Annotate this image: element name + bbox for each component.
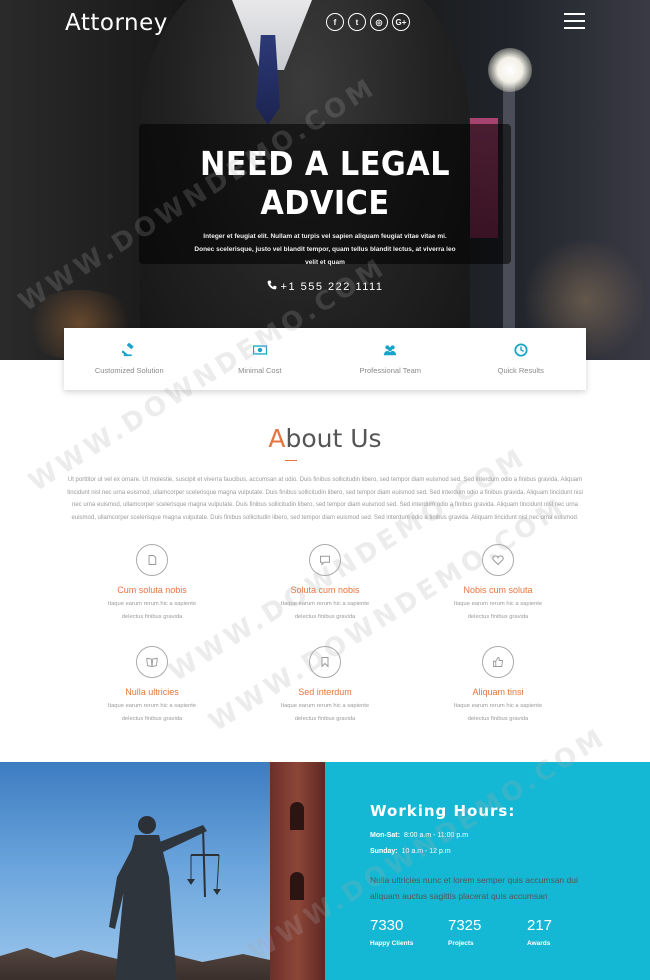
service-item[interactable]: Nulla ultricies Itaque earum rerum hic a… (65, 646, 239, 725)
hero-section: Attorney f t ◎ G+ NEED A LEGAL ADVICE In… (0, 0, 650, 360)
document-icon (136, 544, 168, 576)
service-description: Itaque earum rerum hic a sapiente delect… (453, 601, 543, 620)
service-title: Soluta cum nobis (290, 585, 360, 595)
social-links: f t ◎ G+ (326, 13, 410, 31)
service-description: Itaque earum rerum hic a sapiente delect… (280, 703, 370, 722)
hero-description: Integer et feugiat elit. Nullam at turpi… (194, 233, 456, 266)
about-title: About Us (268, 424, 382, 453)
hours-text: Nulla ultricies nunc et lorem semper qui… (370, 875, 578, 901)
hero-background-lamp (488, 48, 532, 92)
hours-row: Sunday: 10 a.m - 12 p.m (370, 848, 451, 855)
hero-banner-box: NEED A LEGAL ADVICE Integer et feugiat e… (139, 124, 511, 293)
service-item[interactable]: Soluta cum nobis Itaque earum rerum hic … (238, 544, 412, 623)
facebook-icon[interactable]: f (326, 13, 344, 31)
service-item[interactable]: Cum soluta nobis Itaque earum rerum hic … (65, 544, 239, 623)
service-title: Nobis cum soluta (463, 585, 533, 595)
site-logo[interactable]: Attorney (65, 10, 168, 36)
feature-label: Professional Team (359, 366, 422, 375)
features-bar: Customized Solution Minimal Cost Profess… (64, 328, 586, 390)
team-icon (383, 343, 397, 357)
service-title: Sed interdum (298, 687, 352, 697)
service-description: Itaque earum rerum hic a sapiente delect… (107, 601, 197, 620)
feature-quick-results[interactable]: Quick Results (456, 328, 587, 390)
stat-projects: 7325 Projects (448, 917, 482, 947)
service-title: Cum soluta nobis (117, 585, 187, 595)
hours-row: Mon-Sat: 8:00 a.m - 11:00 p.m (370, 832, 469, 839)
instagram-icon[interactable]: ◎ (370, 13, 388, 31)
service-description: Itaque earum rerum hic a sapiente delect… (280, 601, 370, 620)
working-hours-section: Working Hours: Mon-Sat: 8:00 a.m - 11:00 … (325, 762, 650, 980)
lady-justice-icon (109, 816, 221, 980)
justice-statue-image (0, 762, 325, 980)
service-item[interactable]: Nobis cum soluta Itaque earum rerum hic … (411, 544, 585, 623)
service-title: Nulla ultricies (125, 687, 179, 697)
service-item[interactable]: Sed interdum Itaque earum rerum hic a sa… (238, 646, 412, 725)
hours-title: Working Hours: (370, 802, 516, 820)
book-icon (136, 646, 168, 678)
about-text: Ut porttitor ut vel ex ornare. Ut molest… (67, 477, 583, 522)
service-description: Itaque earum rerum hic a sapiente delect… (107, 703, 197, 722)
feature-label: Customized Solution (94, 366, 164, 375)
feature-label: Quick Results (497, 366, 544, 375)
hero-title: NEED A LEGAL ADVICE (199, 144, 451, 222)
hero-phone-number[interactable]: +1 555 222 1111 (281, 281, 384, 293)
feature-minimal-cost[interactable]: Minimal Cost (195, 328, 326, 390)
about-title-underline (285, 460, 297, 461)
service-description: Itaque earum rerum hic a sapiente delect… (453, 703, 543, 722)
heart-icon (482, 544, 514, 576)
feature-customized-solution[interactable]: Customized Solution (64, 328, 195, 390)
feature-label: Minimal Cost (238, 366, 282, 375)
service-item[interactable]: Aliquam tinsi Itaque earum rerum hic a s… (411, 646, 585, 725)
hamburger-menu-icon[interactable] (564, 13, 585, 29)
feature-professional-team[interactable]: Professional Team (325, 328, 456, 390)
twitter-icon[interactable]: t (348, 13, 366, 31)
thumbs-up-icon (482, 646, 514, 678)
google-plus-icon[interactable]: G+ (392, 13, 410, 31)
clock-icon (514, 343, 528, 357)
chat-icon (309, 544, 341, 576)
church-tower (270, 762, 325, 980)
gavel-icon (121, 342, 136, 357)
money-icon (252, 343, 267, 357)
stat-happy-clients: 7330 Happy Clients (370, 917, 414, 947)
stat-awards: 217 Awards (527, 917, 553, 947)
hero-phone[interactable]: +1 555 222 1111 (139, 280, 511, 293)
service-title: Aliquam tinsi (472, 687, 524, 697)
bookmark-icon (309, 646, 341, 678)
phone-icon (267, 280, 277, 293)
